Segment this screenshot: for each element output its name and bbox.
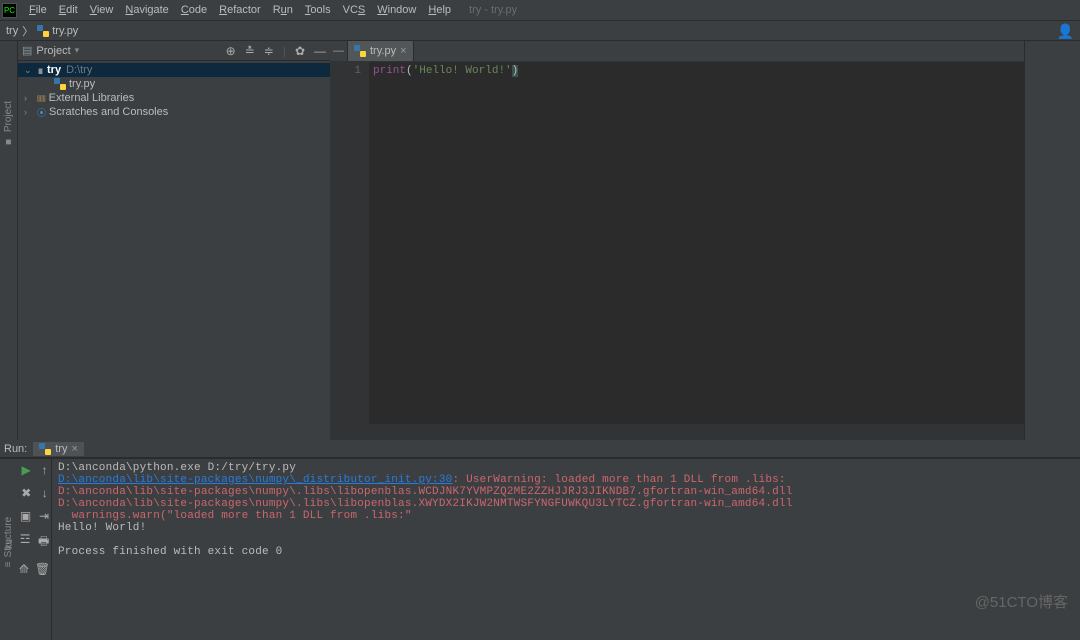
folder-icon: ∎ [37, 64, 44, 77]
tree-file[interactable]: try.py [18, 77, 330, 91]
collapse-icon[interactable]: ≑ [264, 44, 274, 58]
run-label: Run: [4, 443, 27, 455]
breadcrumb-sep: 〉 [22, 23, 33, 39]
menu-navigate[interactable]: Navigate [119, 2, 174, 18]
menu-code[interactable]: Code [175, 2, 213, 18]
library-icon: ⫾⫾⫾ [37, 93, 46, 104]
python-file-icon [37, 25, 49, 37]
minimize-sidebar-button[interactable]: — [330, 41, 348, 61]
run-tab[interactable]: try × [33, 442, 84, 456]
breadcrumb-root[interactable]: try [6, 25, 18, 37]
console-output[interactable]: D:\anconda\python.exe D:/try/try.py D:\a… [52, 459, 1080, 640]
rerun-icon[interactable]: ▶ [21, 463, 30, 477]
line-gutter: 1 [331, 62, 369, 424]
pin-icon[interactable]: ⟰ [19, 562, 29, 576]
project-panel: ▤ Project ▾ ⊕ ≛ ≑ | ✿ — ⌄ ∎ try D:\try [18, 41, 330, 440]
menu-run[interactable]: Run [267, 2, 299, 18]
print-icon[interactable]: 🖶 [38, 532, 49, 553]
soft-wrap-icon[interactable]: ⇥ [39, 509, 49, 523]
close-tab-icon[interactable]: × [400, 45, 406, 57]
project-tree[interactable]: ⌄ ∎ try D:\try try.py › ⫾⫾⫾ External Lib… [18, 61, 330, 440]
layout-icon[interactable]: ☲ [20, 532, 31, 553]
down-icon[interactable]: ↓ [42, 486, 48, 500]
code-editor[interactable]: 1 print('Hello! World!') [331, 62, 1024, 424]
menu-help[interactable]: Help [422, 2, 457, 18]
tree-scratches[interactable]: › ⦿ Scratches and Consoles [18, 105, 330, 119]
scratch-icon: ⦿ [37, 106, 46, 119]
window-title: try - try.py [469, 4, 517, 16]
tool-bookmarks-tab[interactable]: ks [4, 539, 15, 549]
tool-project-tab[interactable]: ■Project [3, 101, 14, 147]
stop-icon[interactable]: ▣ [20, 509, 31, 523]
menu-refactor[interactable]: Refactor [213, 2, 267, 18]
app-logo-icon: PC [2, 3, 17, 18]
python-file-icon [54, 78, 66, 90]
right-tool-stripe [1024, 41, 1080, 440]
locate-icon[interactable]: ⊕ [226, 44, 236, 58]
run-panel-header: Run: try × [0, 440, 1080, 458]
menu-window[interactable]: Window [371, 2, 422, 18]
menu-view[interactable]: View [84, 2, 120, 18]
avatar-icon[interactable]: 👤 [1057, 23, 1074, 40]
up-icon[interactable]: ↑ [42, 463, 48, 477]
breadcrumb-file-label: try.py [52, 25, 78, 37]
editor-tab-label: try.py [370, 45, 396, 57]
breadcrumb-file[interactable]: try.py [37, 25, 78, 37]
settings-icon[interactable]: ✿ [295, 44, 305, 58]
editor-area: — try.py × 1 print('Hello! World!') [330, 41, 1024, 440]
python-file-icon [39, 443, 51, 455]
code-content[interactable]: print('Hello! World!') [369, 62, 1024, 424]
expand-icon[interactable]: ≛ [245, 44, 255, 58]
debug-settings-icon[interactable]: ✖ [21, 486, 31, 500]
trash-icon[interactable]: 🗑 [35, 562, 50, 576]
editor-tab[interactable]: try.py × [348, 41, 414, 61]
view-icon: ▤ [22, 44, 32, 57]
menu-edit[interactable]: Edit [53, 2, 84, 18]
breadcrumb-bar: try 〉 try.py 👤 [0, 21, 1080, 41]
project-panel-header: ▤ Project ▾ ⊕ ≛ ≑ | ✿ — [18, 41, 330, 61]
warning-source-link[interactable]: D:\anconda\lib\site-packages\numpy\_dist… [58, 474, 452, 486]
left-tool-stripe: ■Project ≡Structure [0, 41, 18, 440]
run-toolbar: ▶ ↑ ✖ ↓ ▣ ⇥ ☲ 🖶 ⟰ 🗑 [18, 459, 52, 640]
menu-tools[interactable]: Tools [299, 2, 337, 18]
menu-bar: PC File Edit View Navigate Code Refactor… [0, 0, 1080, 21]
menu-file[interactable]: File [23, 2, 53, 18]
menu-vcs[interactable]: VCS [337, 2, 372, 18]
project-panel-title[interactable]: ▤ Project ▾ [22, 44, 79, 57]
tree-ext-libs[interactable]: › ⫾⫾⫾ External Libraries [18, 91, 330, 105]
tree-root[interactable]: ⌄ ∎ try D:\try [18, 63, 330, 77]
python-file-icon [354, 45, 366, 57]
hide-icon[interactable]: — [314, 44, 326, 58]
run-panel: ks ▶ ↑ ✖ ↓ ▣ ⇥ ☲ 🖶 ⟰ 🗑 D:\anconda\python… [0, 458, 1080, 640]
